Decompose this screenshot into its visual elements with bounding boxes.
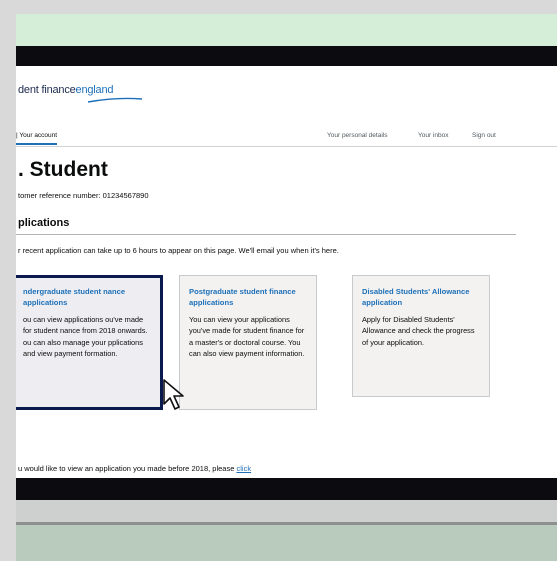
nav-your-account[interactable]: | Your account <box>16 132 58 145</box>
top-overlay-band <box>16 14 557 46</box>
card-dsa-body: Apply for Disabled Students' Allowance a… <box>362 315 475 347</box>
nav-inbox[interactable]: Your inbox <box>418 132 448 139</box>
card-undergraduate[interactable]: ndergraduate student nance applications … <box>16 275 163 410</box>
top-dark-band <box>16 46 557 66</box>
logo-swoosh-icon <box>87 97 143 103</box>
customer-reference: tomer reference number: 01234567890 <box>18 191 149 200</box>
logo-text: dent finance <box>18 84 76 96</box>
section-divider <box>16 234 516 235</box>
pre-2018-message: u would like to view an application you … <box>18 464 237 473</box>
pre-2018-text: u would like to view an application you … <box>18 464 251 473</box>
card-undergraduate-body: ou can view applications ou've made for … <box>23 315 148 358</box>
bottom-dark-band <box>16 478 557 500</box>
pre-2018-click-link[interactable]: click <box>236 464 251 473</box>
mouse-pointer-icon <box>163 379 184 410</box>
applications-heading: plications <box>18 217 70 229</box>
web-page: dent financeengland | Your account Your … <box>16 66 557 478</box>
page-title: . Student <box>18 158 108 181</box>
applications-notice: r recent application can take up to 6 ho… <box>18 246 339 255</box>
nav-personal-details[interactable]: Your personal details <box>327 132 387 139</box>
video-frame: dent financeengland | Your account Your … <box>16 14 557 561</box>
card-dsa-title: Disabled Students' Allowance application <box>362 287 470 307</box>
card-postgraduate-body: You can view your applications you've ma… <box>189 315 305 358</box>
card-postgraduate-title: Postgraduate student finance application… <box>189 287 296 307</box>
card-postgraduate[interactable]: Postgraduate student finance application… <box>179 275 317 410</box>
card-dsa[interactable]: Disabled Students' Allowance application… <box>352 275 490 397</box>
bottom-overlay-band <box>16 525 557 561</box>
card-undergraduate-title: ndergraduate student nance applications <box>23 287 126 307</box>
laptop-bezel <box>16 500 557 524</box>
account-navigation: | Your account Your personal details You… <box>16 128 557 147</box>
nav-sign-out[interactable]: Sign out <box>472 132 496 139</box>
logo-text-england: england <box>75 84 114 96</box>
site-logo[interactable]: dent financeengland <box>18 84 113 96</box>
